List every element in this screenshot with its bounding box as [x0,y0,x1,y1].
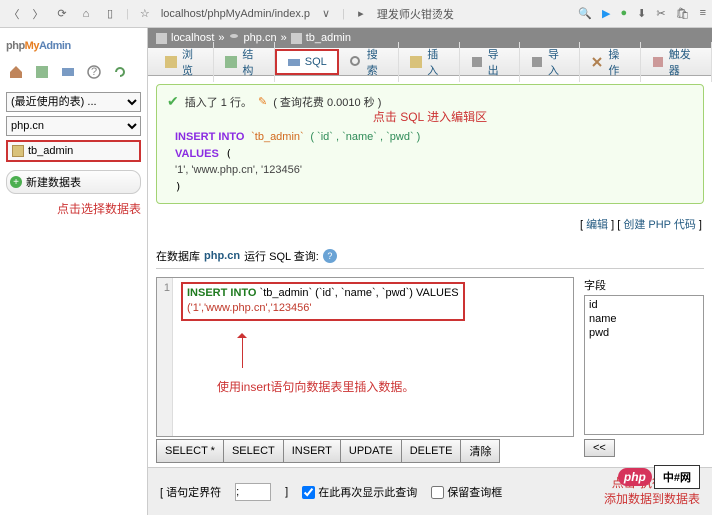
browser-toolbar: 〈 〉 ⟳ ⌂ ▯ | ☆ localhost/phpMyAdmin/index… [0,0,712,28]
show-again-checkbox[interactable] [302,486,315,499]
tab2-text[interactable]: 理发师火钳烫发 [377,6,454,22]
new-table-label: 新建数据表 [26,174,81,190]
reload-button[interactable]: ⟳ [54,6,70,22]
create-php-link[interactable]: 创建 PHP 代码 [623,219,696,231]
sql-preview: INSERT INTO `tb_admin` ( `id` , `name` ,… [167,129,693,195]
inline-edit-icon[interactable]: ✎ [258,95,267,108]
sql-icon[interactable] [60,64,76,80]
main-content: localhost » php.cn » tb_admin 浏览 结构 SQL … [148,28,712,515]
forward-button[interactable]: 〉 [30,6,46,22]
fields-column: 字段 id name pwd << [584,277,704,463]
tabs-bar: 浏览 结构 SQL 搜索 插入 导出 导入 操作 触发器 [148,48,712,76]
structure-icon [224,55,238,69]
new-table-button[interactable]: + 新建数据表 [6,170,141,194]
cart-icon[interactable]: 🛍 [676,7,690,20]
btn-clear[interactable]: 清除 [460,439,500,463]
field-item[interactable]: id [587,298,701,312]
success-message-box: ✔ 插入了 1 行。 ✎ ( 查询花费 0.0010 秒 ) 点击 SQL 进入… [156,84,704,204]
tab-browse[interactable]: 浏览 [154,42,214,82]
insert-field-button[interactable]: << [584,439,615,457]
annotation-arrow [237,328,247,368]
url-text[interactable]: localhost/phpMyAdmin/index.p [161,8,310,20]
fields-list[interactable]: id name pwd [584,295,704,435]
execute-button[interactable]: 中#网 [654,465,700,489]
exec-area: php 中#网 [618,465,700,489]
bookmark-button[interactable]: ▯ [102,6,118,22]
tbl-icon [291,33,302,44]
fields-label: 字段 [584,277,704,293]
tab-structure[interactable]: 结构 [214,42,274,82]
logout-icon[interactable] [34,64,50,80]
phpmyadmin-logo: phpMyAdmin [6,34,141,54]
browse-icon [164,55,178,69]
cut-icon[interactable]: ✂ [656,7,665,20]
btn-update[interactable]: UPDATE [340,439,401,463]
show-again-label[interactable]: 在此再次显示此查询 [302,484,417,500]
table-icon [12,145,24,157]
field-item[interactable]: name [587,312,701,326]
tab-export[interactable]: 导出 [460,42,520,82]
tab-import[interactable]: 导入 [520,42,580,82]
docs-icon[interactable]: ? [86,64,102,80]
download-icon[interactable]: ⬇ [637,7,646,20]
message-icon[interactable]: ● [621,7,628,20]
tab-operations[interactable]: 操作 [580,42,640,82]
sql-tab-icon [287,55,301,69]
message-links: [ 编辑 ] [ 创建 PHP 代码 ] [148,212,712,236]
sidebar-toolbar: ? [6,60,141,88]
keep-box-label[interactable]: 保留查询框 [431,484,502,500]
php-badge: php [618,468,652,486]
reload-nav-icon[interactable] [112,64,128,80]
insert-icon [409,55,423,69]
help-icon[interactable]: ? [323,249,337,263]
recent-tables-select[interactable]: (最近使用的表) ... [6,92,141,112]
annotation-insert: 使用insert语句向数据表里插入数据。 [217,378,414,395]
back-button[interactable]: 〈 [6,6,22,22]
tab-triggers[interactable]: 触发器 [641,42,712,82]
query-header: 在数据库 php.cn 运行 SQL 查询: ? [156,244,704,269]
check-icon: ✔ [167,93,179,110]
home-icon[interactable] [8,64,24,80]
editor-buttons: SELECT * SELECT INSERT UPDATE DELETE 清除 [156,439,574,463]
delimiter-input[interactable] [235,483,271,501]
import-icon [530,55,544,69]
favorite-icon: ☆ [137,6,153,22]
export-icon [470,55,484,69]
svg-text:?: ? [91,66,97,78]
operations-icon [590,55,604,69]
tab-insert[interactable]: 插入 [399,42,459,82]
menu-icon[interactable]: ≡ [700,7,706,20]
btn-select-star[interactable]: SELECT * [156,439,223,463]
edit-link[interactable]: 编辑 [586,219,608,231]
dropdown-icon[interactable]: ∨ [318,6,334,22]
tab-sql[interactable]: SQL [275,49,339,75]
browser-right-icons: 🔍 ▶ ● ⬇ ✂ 🛍 ≡ [578,7,706,20]
play-circle-icon[interactable]: ▶ [602,7,610,20]
play-icon[interactable]: ▸ [353,6,369,22]
table-name: tb_admin [28,145,73,157]
search-tab-icon [349,55,363,69]
field-item[interactable]: pwd [587,326,701,340]
delimiter-label: [ 语句定界符 [160,484,221,500]
sql-editor[interactable]: 1 INSERT INTO `tb_admin` (`id`, `name`, … [156,277,574,437]
annotation-click-sql: 点击 SQL 进入编辑区 [167,108,693,125]
btn-delete[interactable]: DELETE [401,439,461,463]
sidebar-table-item[interactable]: tb_admin [6,140,141,162]
annotation-select-table: 点击选择数据表 [6,200,141,217]
query-section: 在数据库 php.cn 运行 SQL 查询: ? 1 INSERT INTO `… [156,244,704,463]
plus-icon: + [10,176,22,188]
database-select[interactable]: php.cn [6,116,141,136]
home-button[interactable]: ⌂ [78,6,94,22]
triggers-icon [651,55,665,69]
search-icon[interactable]: 🔍 [578,7,592,20]
tab-search[interactable]: 搜索 [339,42,399,82]
keep-box-checkbox[interactable] [431,486,444,499]
sidebar: phpMyAdmin ? (最近使用的表) ... php.cn tb_admi… [0,28,148,515]
btn-insert[interactable]: INSERT [283,439,340,463]
btn-select[interactable]: SELECT [223,439,283,463]
